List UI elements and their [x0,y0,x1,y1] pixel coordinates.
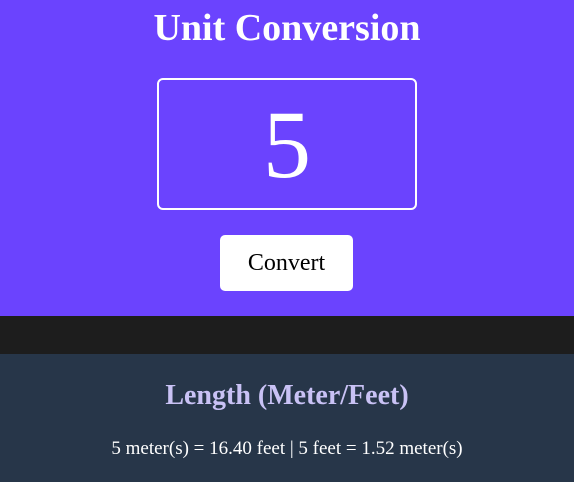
header-section: Unit Conversion Convert [0,0,574,316]
result-card-text: 5 meter(s) = 16.40 feet | 5 feet = 1.52 … [111,438,463,459]
length-result-card: Length (Meter/Feet) 5 meter(s) = 16.40 f… [0,354,574,482]
divider-band [0,316,574,354]
result-card-title: Length (Meter/Feet) [165,380,409,411]
value-input[interactable] [157,78,417,210]
convert-button[interactable]: Convert [220,235,353,291]
page-title: Unit Conversion [153,7,421,49]
